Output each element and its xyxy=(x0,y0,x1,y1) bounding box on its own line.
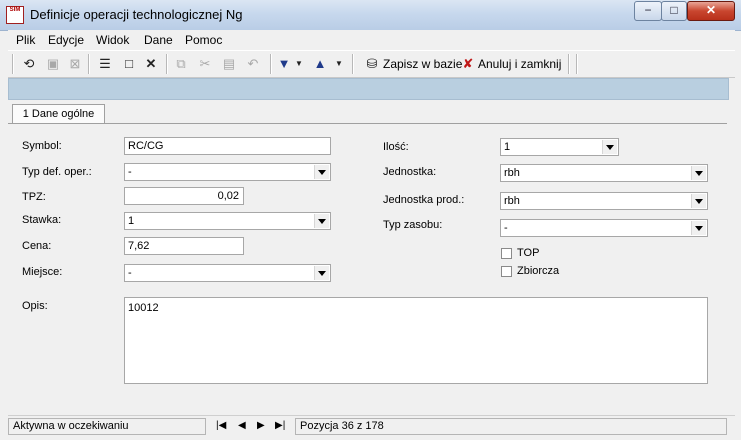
menu-widok[interactable]: Widok xyxy=(96,33,129,47)
opis-label: Opis: xyxy=(22,300,48,312)
typ-def-oper-label: Typ def. oper.: xyxy=(22,166,92,178)
opis-textarea[interactable]: 10012 xyxy=(124,297,708,384)
move-up-icon[interactable]: ▲ xyxy=(312,55,328,73)
cancel-close-button[interactable]: Anuluj i zamknij xyxy=(478,56,561,72)
stawka-select[interactable]: 1 xyxy=(124,212,331,230)
jednostka-prod-select[interactable]: rbh xyxy=(500,192,708,210)
first-record-icon[interactable]: |◀ xyxy=(216,420,226,431)
toolbar-separator xyxy=(576,54,578,74)
chevron-down-icon[interactable] xyxy=(314,214,329,228)
last-record-icon[interactable]: ▶| xyxy=(275,420,285,431)
save-icon[interactable]: ▣ xyxy=(44,55,62,73)
chevron-down-icon[interactable] xyxy=(691,194,706,208)
maximize-button[interactable]: □ xyxy=(661,1,687,21)
toolbar-separator xyxy=(88,54,90,74)
tpz-label: TPZ: xyxy=(22,191,46,203)
symbol-input[interactable]: RC/CG xyxy=(124,137,331,155)
prev-record-icon[interactable]: ◀ xyxy=(238,420,246,431)
properties-icon[interactable]: ☰ xyxy=(96,55,114,73)
zbiorcza-checkbox[interactable] xyxy=(501,266,512,277)
menu-edycje[interactable]: Edycje xyxy=(48,33,84,47)
chevron-down-icon[interactable] xyxy=(314,266,329,280)
top-checkbox[interactable] xyxy=(501,248,512,259)
menu-plik[interactable]: Plik xyxy=(16,33,35,47)
tpz-input[interactable]: 0,02 xyxy=(124,187,244,205)
jednostka-select[interactable]: rbh xyxy=(500,164,708,182)
ilosc-select[interactable]: 1 xyxy=(500,138,619,156)
typ-zasobu-label: Typ zasobu: xyxy=(383,219,443,231)
window-title: Definicje operacji technologicznej Ng xyxy=(30,7,243,22)
cena-label: Cena: xyxy=(22,240,52,252)
cancel-close-icon[interactable]: ✘ xyxy=(460,55,476,73)
cena-input[interactable]: 7,62 xyxy=(124,237,244,255)
app-icon: SIM xyxy=(6,6,24,24)
symbol-label: Symbol: xyxy=(22,140,62,152)
move-down-dropdown-icon[interactable]: ▼ xyxy=(294,55,304,73)
new-document-icon[interactable]: □ xyxy=(120,55,138,73)
miejsce-select[interactable]: - xyxy=(124,264,331,282)
menu-pomoc[interactable]: Pomoc xyxy=(185,33,222,47)
chevron-down-icon[interactable] xyxy=(314,165,329,179)
delete-icon[interactable]: ✕ xyxy=(142,55,160,73)
next-record-icon[interactable]: ▶ xyxy=(257,420,265,431)
menu-dane[interactable]: Dane xyxy=(144,33,173,47)
ilosc-label: Ilość: xyxy=(383,141,409,153)
toolbar-separator xyxy=(352,54,354,74)
zbiorcza-label: Zbiorcza xyxy=(517,265,560,277)
header-band xyxy=(8,78,729,100)
undo-icon[interactable]: ↶ xyxy=(244,55,262,73)
menu-bar: Plik Edycje Widok Dane Pomoc xyxy=(8,30,735,50)
paste-icon[interactable]: ▤ xyxy=(220,55,238,73)
refresh-icon[interactable]: ⟲ xyxy=(20,55,38,73)
stawka-label: Stawka: xyxy=(22,214,62,226)
typ-def-oper-select[interactable]: - xyxy=(124,163,331,181)
chevron-down-icon[interactable] xyxy=(691,221,706,235)
cut-icon[interactable]: ✂ xyxy=(196,55,214,73)
move-up-dropdown-icon[interactable]: ▼ xyxy=(334,55,344,73)
close-button[interactable]: ✕ xyxy=(687,1,735,21)
toolbar-separator xyxy=(270,54,272,74)
miejsce-label: Miejsce: xyxy=(22,266,63,278)
top-label: TOP xyxy=(517,247,540,259)
save-to-db-icon[interactable]: ⛁ xyxy=(364,55,380,73)
toolbar-separator xyxy=(568,54,570,74)
save-to-db-button[interactable]: Zapisz w bazie xyxy=(383,56,462,72)
chevron-down-icon[interactable] xyxy=(691,166,706,180)
toolbar-separator xyxy=(166,54,168,74)
status-bar: Aktywna w oczekiwaniu |◀ ◀ ▶ ▶| Pozycja … xyxy=(8,415,735,438)
minimize-button[interactable]: − xyxy=(634,1,662,21)
jednostka-label: Jednostka: xyxy=(383,166,437,178)
typ-zasobu-select[interactable]: - xyxy=(500,219,708,237)
chevron-down-icon[interactable] xyxy=(602,140,617,154)
status-state: Aktywna w oczekiwaniu xyxy=(8,418,206,435)
jednostka-prod-label: Jednostka prod.: xyxy=(383,194,465,206)
delete-record-icon[interactable]: ⊠ xyxy=(66,55,84,73)
toolbar: ⟲ ▣ ⊠ ☰ □ ✕ ⧉ ✂ ▤ ↶ ▼ ▼ ▲ ▼ ⛁ Zapisz w b… xyxy=(8,50,735,78)
tab-dane-ogolne[interactable]: 1 Dane ogólne xyxy=(12,104,105,124)
toolbar-separator xyxy=(12,54,14,74)
move-down-icon[interactable]: ▼ xyxy=(276,55,292,73)
status-position: Pozycja 36 z 178 xyxy=(295,418,727,435)
copy-icon[interactable]: ⧉ xyxy=(172,55,190,73)
